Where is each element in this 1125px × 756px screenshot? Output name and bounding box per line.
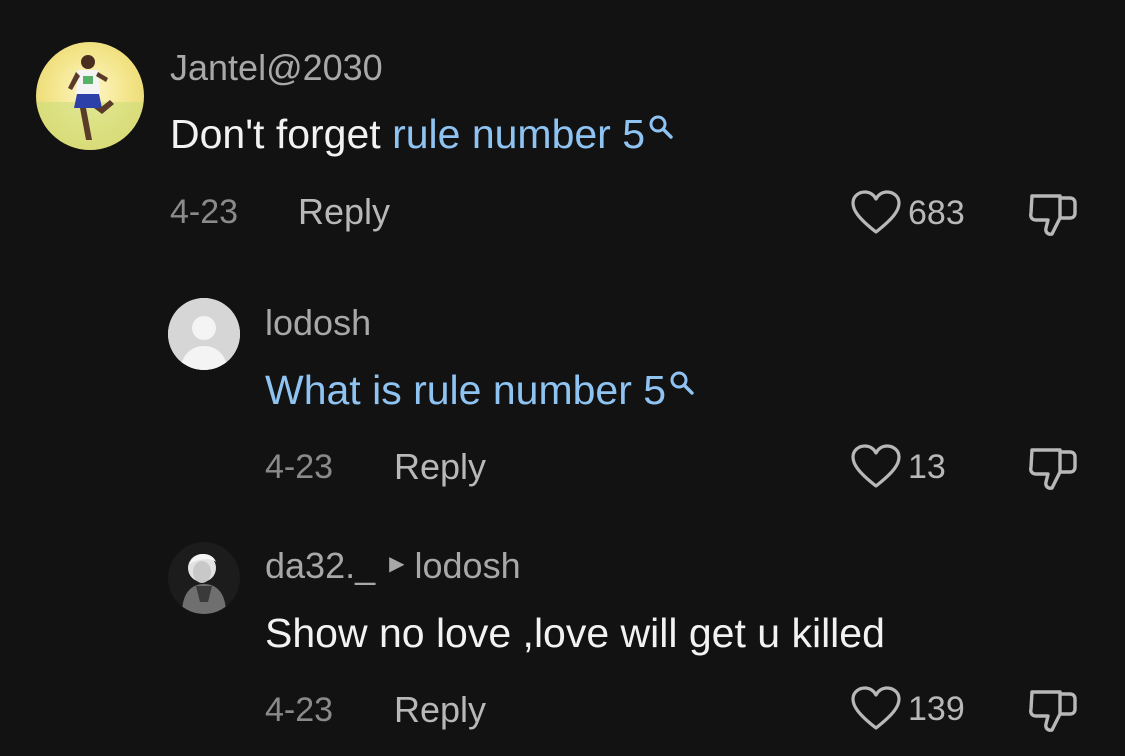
comment-reply: lodosh What is rule number 5 4-23 Reply … (0, 0, 1125, 756)
comment-date: 4-23 (265, 691, 334, 729)
reply-button[interactable]: Reply (394, 447, 486, 487)
reply-to-username[interactable]: lodosh (415, 545, 521, 586)
thumbs-down-icon (1029, 448, 1077, 490)
default-avatar-icon (168, 298, 240, 370)
avatar[interactable] (168, 542, 240, 614)
user-photo-avatar (168, 542, 240, 614)
like-button[interactable]: 139 (850, 686, 965, 732)
comment-username-line: da32._ ▶ lodosh (265, 546, 521, 588)
search-icon (670, 371, 694, 395)
heart-icon (851, 686, 901, 730)
comment-text: Show no love ,love will get u killed (265, 609, 885, 657)
like-button[interactable]: 13 (850, 444, 946, 490)
like-count: 13 (908, 448, 946, 486)
play-arrow-icon: ▶ (389, 553, 405, 576)
reply-button[interactable]: Reply (394, 690, 486, 730)
dislike-button[interactable] (1026, 686, 1080, 739)
search-link[interactable]: What is rule number 5 (265, 367, 695, 413)
comment-date: 4-23 (265, 448, 334, 486)
heart-icon (851, 444, 901, 488)
avatar[interactable] (168, 298, 240, 370)
thumbs-down-icon (1029, 690, 1077, 732)
comment-text-plain: Show no love ,love will get u killed (265, 610, 885, 656)
search-link-label: What is rule number 5 (265, 367, 667, 413)
comment-text: What is rule number 5 (265, 366, 695, 414)
like-count: 139 (908, 690, 965, 728)
comment-username[interactable]: da32._ (265, 545, 375, 586)
comment-username[interactable]: lodosh (265, 303, 371, 343)
dislike-button[interactable] (1026, 444, 1080, 497)
